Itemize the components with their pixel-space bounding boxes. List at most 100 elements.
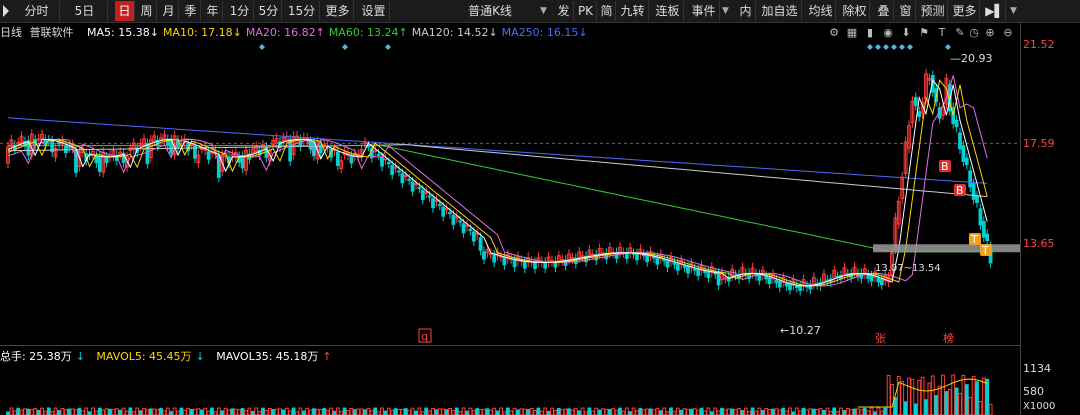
toolbar-more-right-button[interactable]: 更多 — [950, 1, 980, 21]
volume-bar — [917, 379, 922, 415]
collapse-panel-icon[interactable]: ▶▌ — [984, 1, 1006, 21]
toolbar-ma-button[interactable]: 均线 — [806, 1, 836, 21]
volume-bar — [220, 410, 225, 415]
volume-bar — [434, 409, 439, 415]
candle-body — [662, 259, 667, 262]
event-diamond-marker — [385, 44, 391, 50]
candle-body — [420, 189, 425, 200]
volume-bar — [682, 408, 687, 415]
volume-bar — [424, 407, 429, 415]
period-tab-15min[interactable]: 15分 — [284, 1, 320, 21]
period-tab-5min[interactable]: 5分 — [256, 1, 282, 21]
toolbar-add-watchlist-button[interactable]: 加自选 — [758, 1, 802, 21]
volume-bar — [968, 396, 973, 415]
volume-bar — [526, 409, 531, 415]
period-tab-week[interactable]: 周 — [137, 1, 157, 21]
volume-bar — [958, 392, 962, 415]
candle-body — [655, 257, 660, 265]
volume-bar — [658, 410, 663, 415]
toolbar-jian-button[interactable]: 简 — [598, 1, 616, 21]
period-toolbar: 分时 5日 日 周 月 季 年 1分 5分 15分 更多 设置 普通K线 ▼ 发… — [0, 0, 1080, 23]
volume-bar — [448, 407, 452, 415]
volume-bar — [587, 407, 592, 415]
volume-bar — [444, 409, 449, 415]
volume-bar — [822, 409, 826, 415]
volume-bar — [703, 410, 707, 415]
candle-body — [145, 143, 150, 165]
candle-body — [512, 259, 517, 268]
volume-bar — [951, 374, 956, 415]
volume-bar — [281, 409, 286, 415]
volume-bar — [373, 407, 378, 415]
toolbar-forecast-button[interactable]: 预测 — [918, 1, 948, 21]
volume-bar — [203, 407, 208, 415]
volume-bar — [754, 410, 758, 415]
candle-body — [723, 277, 728, 280]
candle-body — [757, 274, 762, 281]
period-tab-fenshi[interactable]: 分时 — [14, 1, 60, 21]
candle-body — [692, 268, 697, 271]
toolbar-nei-button[interactable]: 内 — [736, 1, 756, 21]
candle-body — [961, 145, 966, 162]
volume-bar — [19, 409, 24, 415]
volume-bar — [981, 377, 986, 415]
candle-body — [458, 220, 463, 223]
period-tab-1min[interactable]: 1分 — [226, 1, 254, 21]
volume-bar — [553, 410, 558, 415]
settings-button[interactable]: 设置 — [358, 1, 390, 21]
volume-bar — [509, 410, 514, 415]
toolbar-fa-button[interactable]: 发 — [554, 1, 574, 21]
volume-bar — [471, 409, 476, 415]
chevron-down-icon[interactable]: ▼ — [722, 1, 729, 21]
volume-bar — [567, 408, 571, 415]
volume-bar — [386, 407, 391, 415]
volume-bar — [288, 410, 293, 415]
volume-bar — [97, 407, 102, 415]
toolbar-event-button[interactable]: 事件 — [688, 1, 720, 21]
toolbar-exright-button[interactable]: 除权 — [840, 1, 870, 21]
volume-bar — [437, 408, 442, 415]
toolbar-lianban-button[interactable]: 连板 — [652, 1, 684, 21]
volume-bar — [216, 407, 221, 415]
volume-bar — [730, 408, 735, 415]
volume-bar — [862, 407, 867, 415]
volume-bar — [556, 408, 561, 415]
toolbar-overlay-button[interactable]: 叠 — [874, 1, 894, 21]
toolbar-menu-icon[interactable] — [0, 1, 10, 21]
volume-bar — [77, 407, 82, 415]
candle-body — [57, 142, 61, 145]
volume-bar — [60, 407, 65, 415]
chevron-down-icon[interactable]: ▼ — [1010, 1, 1017, 21]
volume-axis-mid: 580 — [1023, 385, 1044, 398]
toolbar-pk-button[interactable]: PK — [575, 1, 597, 21]
candle-body — [468, 228, 473, 231]
volume-bar — [274, 408, 279, 415]
volume-bar — [573, 407, 578, 415]
vol-mavol35: MAVOL35: 45.18万 ↑ — [216, 350, 332, 363]
volume-bar — [764, 408, 769, 415]
volume-bar — [852, 408, 857, 415]
volume-bar — [50, 411, 55, 415]
period-tab-day[interactable]: 日 — [115, 1, 135, 21]
period-tab-month[interactable]: 月 — [159, 1, 179, 21]
toolbar-window-button[interactable]: 窗 — [896, 1, 916, 21]
period-tab-5day[interactable]: 5日 — [62, 1, 108, 21]
candle-body — [410, 181, 415, 192]
volume-bar — [461, 407, 466, 415]
volume-bar — [648, 408, 653, 415]
volume-bar — [278, 408, 282, 415]
volume-bar — [478, 408, 483, 415]
period-tab-more[interactable]: 更多 — [322, 1, 354, 21]
kline-chart[interactable]: —20.93 ←10.27 13.07~13.54 张 榜 q BB TT — [0, 22, 1020, 345]
kline-type-select[interactable]: 普通K线 — [430, 1, 550, 21]
candle-body — [635, 253, 639, 261]
toolbar-jiuzhuan-button[interactable]: 九转 — [617, 1, 649, 21]
volume-chart[interactable] — [0, 368, 1020, 415]
candle-body — [706, 271, 711, 278]
period-tab-year[interactable]: 年 — [203, 1, 223, 21]
volume-bar — [781, 407, 786, 415]
volume-bar — [400, 408, 405, 415]
chevron-down-icon[interactable]: ▼ — [540, 1, 547, 21]
candle-body — [431, 198, 435, 209]
period-tab-quarter[interactable]: 季 — [181, 1, 201, 21]
